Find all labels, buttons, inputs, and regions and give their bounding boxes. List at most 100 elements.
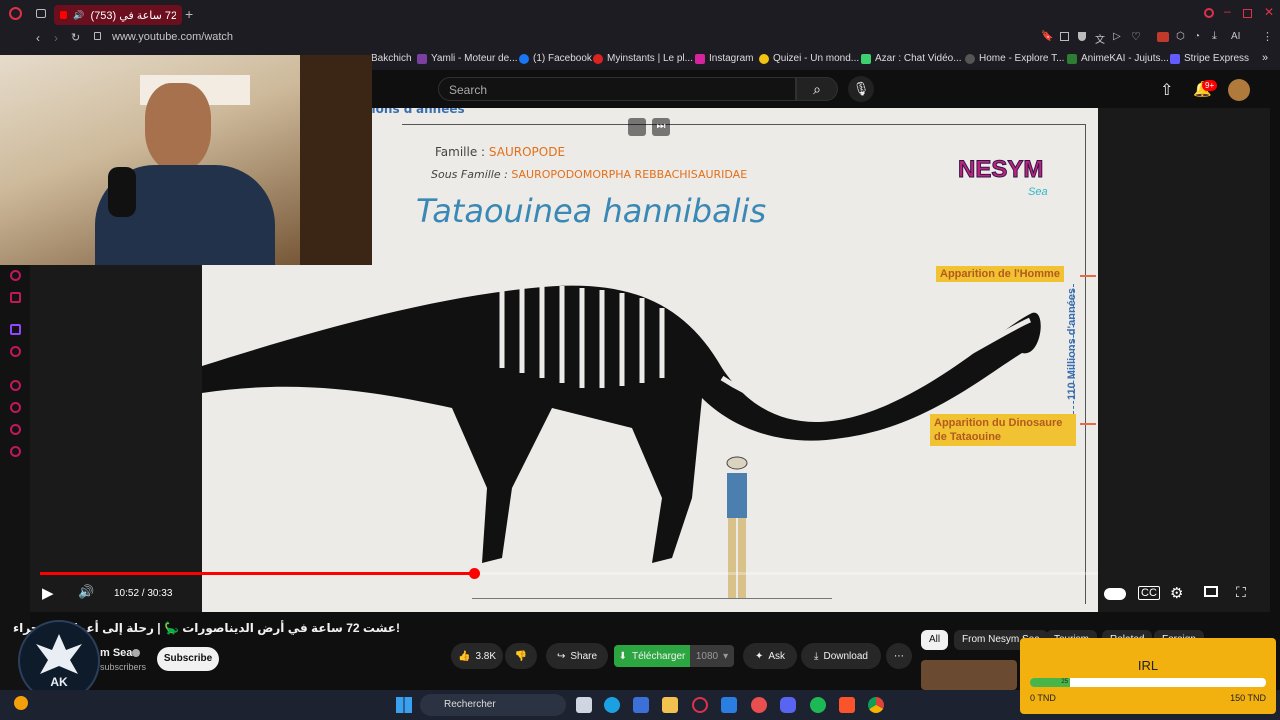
app-icon[interactable] xyxy=(751,697,767,713)
bookmark-item[interactable]: Instagram xyxy=(695,53,753,64)
skip-icon[interactable]: ⏭ xyxy=(652,118,670,136)
verified-icon xyxy=(132,649,140,657)
irl-progress-fill: 25 xyxy=(1030,678,1071,687)
tab-active[interactable]: 🔊 (753) عشت 72 ساعة في xyxy=(54,5,182,25)
new-tab-button[interactable]: + xyxy=(185,6,193,22)
bookmark-icon[interactable]: 🔖 xyxy=(1041,31,1053,42)
opera-logo-icon[interactable] xyxy=(9,7,22,20)
webcam-person-head xyxy=(145,83,211,171)
avatar[interactable] xyxy=(1228,79,1250,101)
bookmarks-more-icon[interactable]: » xyxy=(1262,52,1268,64)
bookmark-item[interactable]: Yamli - Moteur de... xyxy=(417,53,518,64)
widgets-icon[interactable] xyxy=(633,697,649,713)
weather-icon[interactable] xyxy=(14,696,28,710)
recommendation-thumbnail[interactable] xyxy=(921,660,1017,690)
extension-badge-icon[interactable] xyxy=(1157,32,1169,42)
more-actions-button[interactable]: ⋯ xyxy=(886,643,912,669)
tab-manager-icon[interactable] xyxy=(36,9,46,18)
letterbox-right xyxy=(1098,108,1270,612)
windows-start-icon[interactable] xyxy=(396,697,412,713)
captions-button[interactable]: CC xyxy=(1138,586,1160,600)
profile-icon[interactable]: ◔ xyxy=(1194,31,1200,42)
translate-icon[interactable]: 文 xyxy=(1095,31,1105,46)
forward-icon[interactable]: › xyxy=(54,31,58,45)
back-icon[interactable]: ‹ xyxy=(36,31,40,45)
fullscreen-button[interactable]: ⛶ xyxy=(1236,584,1246,601)
bookmark-item[interactable]: Quizei - Un mond... xyxy=(759,53,859,64)
audio-playing-icon[interactable]: 🔊 xyxy=(73,10,84,21)
messenger-icon[interactable] xyxy=(10,270,21,281)
progress-handle[interactable] xyxy=(468,568,480,579)
chip-all[interactable]: All xyxy=(921,630,949,650)
restore-button[interactable] xyxy=(1243,9,1252,18)
close-button[interactable]: ✕ xyxy=(1264,5,1274,19)
bookmark-item[interactable]: Bakchich xyxy=(371,53,412,64)
extensions-icon[interactable]: ⬡ xyxy=(1176,31,1185,42)
spotify-icon[interactable] xyxy=(810,697,826,713)
search-button[interactable]: ⌕ xyxy=(796,77,838,101)
aria-ai-button[interactable]: AI xyxy=(1231,31,1240,42)
pip-icon[interactable] xyxy=(628,118,646,136)
svg-text:AK: AK xyxy=(50,675,68,689)
progress-fill xyxy=(40,572,474,575)
heart-icon[interactable]: ♡ xyxy=(1131,30,1141,43)
settings-icon[interactable] xyxy=(10,446,21,457)
brave-icon[interactable] xyxy=(839,697,855,713)
edge-icon[interactable] xyxy=(604,697,620,713)
discord-icon[interactable] xyxy=(780,697,796,713)
taskbar-search[interactable]: Rechercher xyxy=(420,694,566,716)
settings-gear-icon[interactable]: ⚙ xyxy=(1170,584,1183,602)
bookmark-item[interactable]: Myinstants | Le pl... xyxy=(593,53,693,64)
play-icon[interactable]: ▷ xyxy=(1113,31,1121,42)
player-icon[interactable] xyxy=(10,380,21,391)
theater-mode-button[interactable] xyxy=(1204,586,1218,597)
twitch-icon[interactable] xyxy=(10,324,21,335)
channel-name[interactable]: m Sea xyxy=(100,647,132,659)
minimize-button[interactable]: – xyxy=(1224,4,1231,18)
menu-icon[interactable]: ⋮ xyxy=(1262,30,1273,43)
history-icon[interactable] xyxy=(10,402,21,413)
phoenix-icon: AK xyxy=(36,634,82,689)
bookmark-item[interactable]: AnimeKAI - Jujuts... xyxy=(1067,53,1169,64)
thumbs-down-icon: 👎 xyxy=(514,650,528,662)
quality-select[interactable]: 1080 ▾ xyxy=(690,645,734,667)
play-button[interactable]: ▶ xyxy=(42,584,54,602)
autoplay-toggle[interactable] xyxy=(1104,588,1126,600)
reload-icon[interactable]: ↻ xyxy=(71,31,80,44)
dislike-button[interactable]: 👎 xyxy=(505,643,537,669)
file-explorer-icon[interactable] xyxy=(662,697,678,713)
vk-icon[interactable] xyxy=(10,346,21,357)
sparkle-icon: ✦ xyxy=(754,650,764,662)
snapshot-icon[interactable] xyxy=(1060,32,1069,41)
bookmark-item[interactable]: Azar : Chat Vidéo... xyxy=(861,53,962,64)
animekai-icon xyxy=(1067,53,1077,64)
thumbs-up-icon: 👍 xyxy=(457,650,471,662)
search-icon[interactable] xyxy=(1204,8,1214,18)
webcam-wardrobe xyxy=(300,55,372,265)
download-button[interactable]: ⤓ Download xyxy=(801,643,881,669)
chrome-icon[interactable] xyxy=(868,697,884,713)
ask-button[interactable]: ✦ Ask xyxy=(743,643,797,669)
subscribe-button[interactable]: Subscribe xyxy=(157,647,219,671)
url-field[interactable]: www.youtube.com/watch xyxy=(112,31,233,43)
bookmark-item[interactable]: Home - Explore T... xyxy=(965,53,1064,64)
bookmark-item[interactable]: Stripe Express xyxy=(1170,53,1249,64)
volume-button[interactable]: 🔊 xyxy=(78,584,94,600)
progress-bar[interactable] xyxy=(40,568,1098,579)
opera-taskbar-icon[interactable] xyxy=(692,697,708,713)
store-icon[interactable] xyxy=(721,697,737,713)
sous-famille-value: SAUROPODOMORPHA REBBACHISAURIDAE xyxy=(511,168,748,181)
mail-icon[interactable] xyxy=(10,292,21,303)
upload-icon[interactable]: ⇧ xyxy=(1160,80,1173,100)
telecharger-button[interactable]: ⬇ Télécharger xyxy=(614,645,690,667)
like-button[interactable]: 👍 3.8K xyxy=(451,643,503,669)
voice-search-button[interactable]: 🎙 xyxy=(848,76,874,102)
shield-icon[interactable] xyxy=(1078,32,1086,41)
pinboard-icon[interactable] xyxy=(10,424,21,435)
share-icon: ↪ xyxy=(556,650,566,662)
task-view-icon[interactable] xyxy=(576,697,592,713)
bookmark-item[interactable]: (1) Facebook xyxy=(519,53,592,64)
share-button[interactable]: ↪ Share xyxy=(546,643,608,669)
search-input[interactable]: Search xyxy=(438,77,796,101)
download-toolbar-icon[interactable]: ⤓ xyxy=(1212,30,1217,43)
